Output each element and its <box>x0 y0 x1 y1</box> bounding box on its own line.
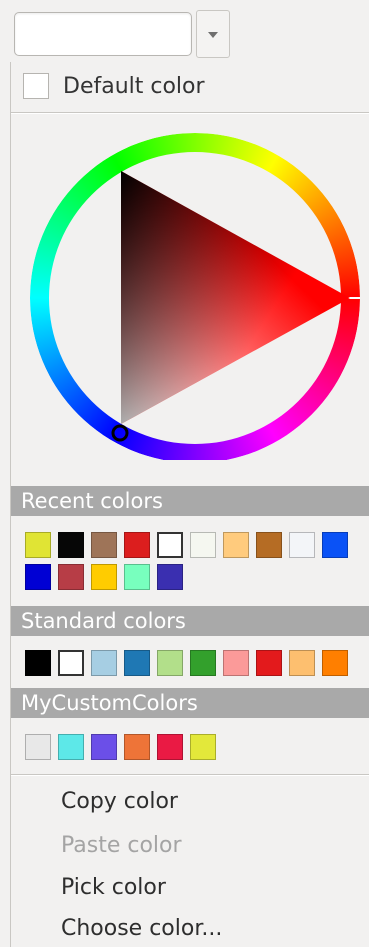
recent-color-swatch[interactable] <box>58 532 84 558</box>
recent-color-swatch[interactable] <box>289 532 315 558</box>
chevron-down-icon <box>208 32 218 38</box>
custom-color-swatch[interactable] <box>190 734 216 760</box>
recent-color-swatch[interactable] <box>157 532 183 558</box>
color-button-bar <box>0 0 369 62</box>
custom-color-swatch[interactable] <box>25 734 51 760</box>
recent-color-swatch[interactable] <box>157 564 183 590</box>
recent-colors-row <box>25 532 355 558</box>
standard-colors-row <box>25 650 355 676</box>
choose-color-item[interactable]: Choose color... <box>61 916 222 941</box>
recent-color-swatch[interactable] <box>190 532 216 558</box>
custom-colors-row <box>25 734 223 760</box>
color-dropdown-button[interactable] <box>196 10 230 58</box>
standard-color-swatch[interactable] <box>289 650 315 676</box>
pick-color-item[interactable]: Pick color <box>61 875 166 900</box>
custom-color-swatch[interactable] <box>58 734 84 760</box>
recent-color-swatch[interactable] <box>25 564 51 590</box>
default-color-label: Default color <box>63 73 205 99</box>
recent-colors-row <box>25 564 190 590</box>
default-color-option[interactable]: Default color <box>23 66 363 106</box>
recent-color-swatch[interactable] <box>25 532 51 558</box>
separator <box>11 774 369 776</box>
standard-color-swatch[interactable] <box>256 650 282 676</box>
custom-color-swatch[interactable] <box>91 734 117 760</box>
recent-color-swatch[interactable] <box>91 532 117 558</box>
recent-color-swatch[interactable] <box>322 532 348 558</box>
custom-colors-header: MyCustomColors <box>11 688 369 718</box>
copy-color-item[interactable]: Copy color <box>61 789 178 814</box>
color-wheel-svg[interactable] <box>20 124 369 463</box>
recent-colors-header: Recent colors <box>11 486 369 516</box>
paste-color-item[interactable]: Paste color <box>61 833 182 858</box>
standard-color-swatch[interactable] <box>190 650 216 676</box>
standard-color-swatch[interactable] <box>58 650 84 676</box>
color-swatch-button[interactable] <box>14 12 192 56</box>
standard-color-swatch[interactable] <box>223 650 249 676</box>
standard-color-swatch[interactable] <box>157 650 183 676</box>
standard-color-swatch[interactable] <box>322 650 348 676</box>
separator <box>11 112 369 114</box>
recent-color-swatch[interactable] <box>256 532 282 558</box>
recent-color-swatch[interactable] <box>124 532 150 558</box>
color-wheel[interactable] <box>20 124 369 463</box>
standard-color-swatch[interactable] <box>91 650 117 676</box>
recent-color-swatch[interactable] <box>91 564 117 590</box>
recent-color-swatch[interactable] <box>58 564 84 590</box>
custom-color-swatch[interactable] <box>124 734 150 760</box>
recent-color-swatch[interactable] <box>124 564 150 590</box>
standard-color-swatch[interactable] <box>124 650 150 676</box>
custom-color-swatch[interactable] <box>157 734 183 760</box>
standard-color-swatch[interactable] <box>25 650 51 676</box>
standard-colors-header: Standard colors <box>11 606 369 636</box>
default-color-checkbox[interactable] <box>23 73 49 99</box>
recent-color-swatch[interactable] <box>223 532 249 558</box>
color-popup-menu: Default color Recent colors Standard col… <box>10 62 369 947</box>
